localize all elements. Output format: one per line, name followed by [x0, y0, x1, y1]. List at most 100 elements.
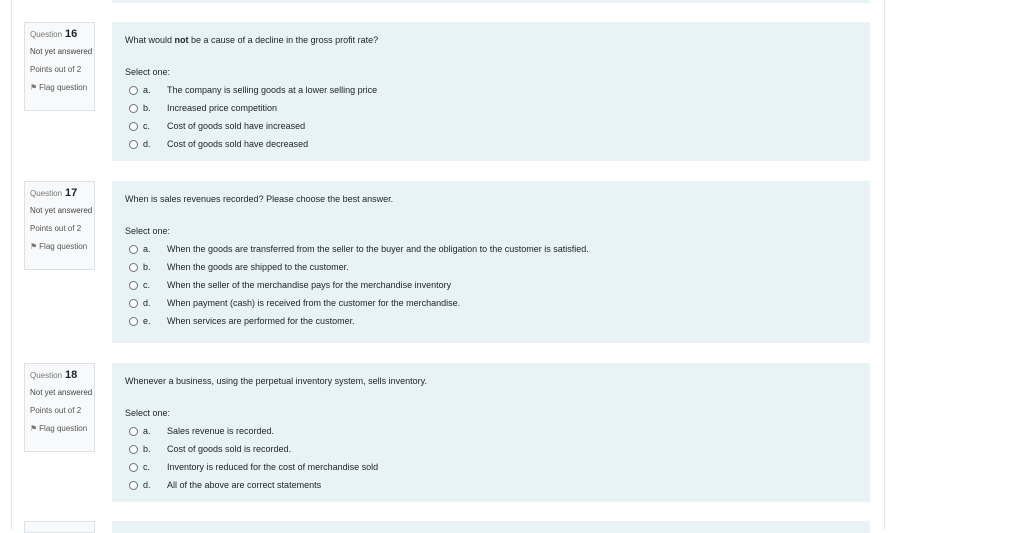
option-text[interactable]: Cost of goods sold have increased [167, 121, 305, 131]
option-text[interactable]: When the goods are shipped to the custom… [167, 262, 349, 272]
question-text: What would not be a cause of a decline i… [125, 35, 857, 45]
radio-button[interactable] [129, 103, 138, 113]
answer-option-c[interactable]: c. When the seller of the merchandise pay… [125, 276, 857, 294]
option-text[interactable]: All of the above are correct statements [167, 480, 321, 490]
flag-question-link[interactable]: ⚑ Flag question [30, 242, 94, 251]
flag-question-link[interactable]: ⚑ Flag question [30, 83, 94, 92]
question-grade: Points out of 2 [30, 406, 82, 415]
flag-icon: ⚑ [30, 242, 38, 251]
option-letter: d. [143, 139, 151, 149]
radio-button[interactable] [129, 262, 138, 272]
answer-option-d[interactable]: d. All of the above are correct statement… [125, 476, 857, 494]
answer-option-a[interactable]: a. Sales revenue is recorded. [125, 422, 857, 440]
question-text-start: What would [125, 35, 175, 45]
option-text[interactable]: Increased price competition [167, 103, 277, 113]
select-one-prompt: Select one: [125, 67, 171, 77]
question-grade: Points out of 2 [30, 65, 82, 74]
option-letter: c. [143, 280, 151, 290]
previous-question-edge [112, 0, 870, 3]
radio-button[interactable] [129, 298, 138, 308]
answer-options: a. When the goods are transferred from th… [125, 240, 857, 330]
radio-button[interactable] [129, 121, 138, 131]
option-letter: e. [143, 316, 151, 326]
answer-option-a[interactable]: a. The company is selling goods at a lowe… [125, 81, 857, 99]
next-question-content-edge [112, 521, 870, 533]
flag-icon: ⚑ [30, 83, 38, 92]
radio-button[interactable] [129, 244, 138, 254]
question-number-value: 17 [65, 187, 78, 199]
flag-label: Flag question [39, 424, 88, 433]
question-grade: Points out of 2 [30, 224, 82, 233]
question-number-value: 18 [65, 369, 78, 381]
page-left-border [11, 0, 12, 529]
option-letter: a. [143, 85, 151, 95]
answer-option-c[interactable]: c. Inventory is reduced for the cost of m… [125, 458, 857, 476]
option-text[interactable]: Inventory is reduced for the cost of mer… [167, 462, 378, 472]
answer-option-e[interactable]: e. When services are performed for the cu… [125, 312, 857, 330]
answer-option-c[interactable]: c. Cost of goods sold have increased [125, 117, 857, 135]
question-text: When is sales revenues recorded? Please … [125, 194, 857, 204]
flag-question-link[interactable]: ⚑ Flag question [30, 424, 94, 433]
option-letter: b. [143, 444, 151, 454]
question-state: Not yet answered [30, 206, 93, 215]
question-number-value: 16 [65, 28, 78, 40]
option-text[interactable]: When services are performed for the cust… [167, 316, 355, 326]
option-letter: b. [143, 262, 151, 272]
question-text-start: When is sales revenues recorded? Please … [125, 194, 394, 204]
answer-option-b[interactable]: b. Cost of goods sold is recorded. [125, 440, 857, 458]
next-question-info-edge [24, 521, 95, 533]
option-letter: d. [143, 480, 151, 490]
select-one-prompt: Select one: [125, 408, 171, 418]
flag-label: Flag question [39, 83, 88, 92]
question-label: Question [30, 189, 63, 198]
question-content: Whenever a business, using the perpetual… [112, 363, 870, 502]
option-letter: a. [143, 244, 151, 254]
radio-button[interactable] [129, 462, 138, 472]
option-letter: c. [143, 121, 151, 131]
option-letter: c. [143, 462, 151, 472]
radio-button[interactable] [129, 444, 138, 454]
question-info: Question 17 Not yet answered Points out o… [24, 181, 95, 270]
question-number: Question 17 [30, 187, 94, 199]
option-text[interactable]: The company is selling goods at a lower … [167, 85, 377, 95]
answer-option-b[interactable]: b. When the goods are shipped to the cust… [125, 258, 857, 276]
question-number: Question 16 [30, 28, 94, 40]
question-content: What would not be a cause of a decline i… [112, 22, 870, 161]
question-info: Question 16 Not yet answered Points out o… [24, 22, 95, 111]
option-text[interactable]: Cost of goods sold have decreased [167, 139, 308, 149]
radio-button[interactable] [129, 85, 138, 95]
flag-label: Flag question [39, 242, 88, 251]
question-content: When is sales revenues recorded? Please … [112, 181, 870, 343]
question-text-start: Whenever a business, using the perpetual… [125, 376, 427, 386]
question-label: Question [30, 371, 63, 380]
question-number: Question 18 [30, 369, 94, 381]
answer-option-d[interactable]: d. When payment (cash) is received from t… [125, 294, 857, 312]
radio-button[interactable] [129, 316, 138, 326]
radio-button[interactable] [129, 280, 138, 290]
radio-button[interactable] [129, 426, 138, 436]
question-text-emphasis: not [174, 35, 189, 45]
answer-option-b[interactable]: b. Increased price competition [125, 99, 857, 117]
answer-option-d[interactable]: d. Cost of goods sold have decreased [125, 135, 857, 153]
question-text-end: be a cause of a decline in the gross pro… [188, 35, 379, 45]
answer-option-a[interactable]: a. When the goods are transferred from th… [125, 240, 857, 258]
radio-button[interactable] [129, 480, 138, 490]
question-label: Question [30, 30, 63, 39]
option-letter: b. [143, 103, 151, 113]
option-text[interactable]: Cost of goods sold is recorded. [167, 444, 291, 454]
option-text[interactable]: Sales revenue is recorded. [167, 426, 274, 436]
select-one-prompt: Select one: [125, 226, 171, 236]
option-letter: d. [143, 298, 151, 308]
question-state: Not yet answered [30, 47, 93, 56]
option-text[interactable]: When the goods are transferred from the … [167, 244, 589, 254]
question-info: Question 18 Not yet answered Points out o… [24, 363, 95, 452]
answer-options: a. The company is selling goods at a lowe… [125, 81, 857, 153]
option-text[interactable]: When the seller of the merchandise pays … [167, 280, 451, 290]
answer-options: a. Sales revenue is recorded. b. Cost of g… [125, 422, 857, 494]
question-text: Whenever a business, using the perpetual… [125, 376, 857, 386]
radio-button[interactable] [129, 139, 138, 149]
flag-icon: ⚑ [30, 424, 38, 433]
option-text[interactable]: When payment (cash) is received from the… [167, 298, 460, 308]
option-letter: a. [143, 426, 151, 436]
page-right-border [884, 0, 885, 529]
